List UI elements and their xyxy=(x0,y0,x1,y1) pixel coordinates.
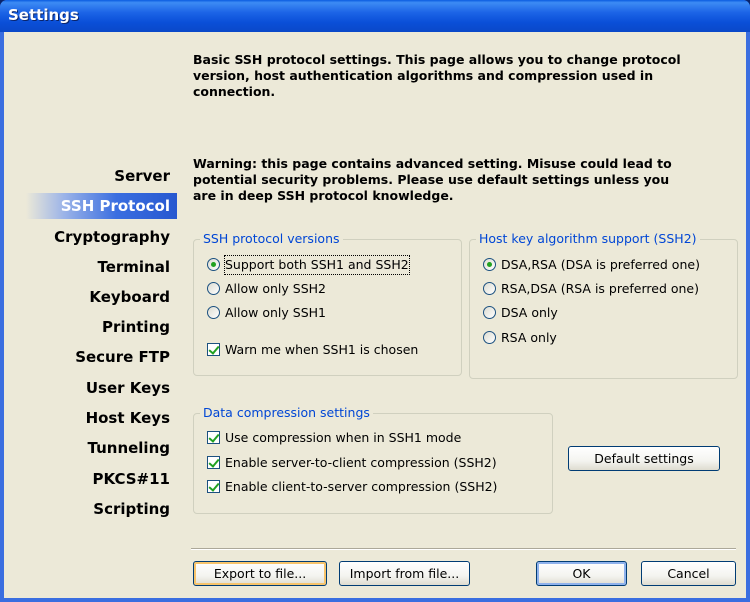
sidebar-item-secure-ftp[interactable]: Secure FTP xyxy=(75,344,170,370)
import-from-file-button[interactable]: Import from file... xyxy=(339,561,470,586)
radio-rsa-dsa-label: RSA,DSA (RSA is preferred one) xyxy=(501,281,700,296)
radio-support-both-label: Support both SSH1 and SSH2 xyxy=(224,255,410,275)
radio-dsa-rsa-indicator[interactable] xyxy=(483,258,496,271)
sidebar-item-printing[interactable]: Printing xyxy=(102,314,170,340)
radio-only-ssh2-indicator[interactable] xyxy=(207,282,220,295)
checkbox-ssh1-compression-box[interactable] xyxy=(207,431,220,444)
sidebar-item-tunneling[interactable]: Tunneling xyxy=(88,435,171,461)
radio-rsa-dsa-indicator[interactable] xyxy=(483,282,496,295)
cancel-button[interactable]: Cancel xyxy=(641,561,736,586)
radio-only-ssh1-label: Allow only SSH1 xyxy=(225,305,326,320)
radio-rsa-only-label: RSA only xyxy=(501,330,557,345)
dialog-client-area: Server SSH Protocol Cryptography Termina… xyxy=(4,32,746,598)
radio-rsa-only-indicator[interactable] xyxy=(483,331,496,344)
window-title: Settings xyxy=(8,6,79,24)
title-bar[interactable]: Settings xyxy=(0,0,750,32)
radio-dsa-only-indicator[interactable] xyxy=(483,306,496,319)
default-settings-button[interactable]: Default settings xyxy=(568,446,720,471)
sidebar-item-keyboard[interactable]: Keyboard xyxy=(89,284,170,310)
ssh-versions-legend: SSH protocol versions xyxy=(200,231,343,246)
radio-support-both-indicator[interactable] xyxy=(207,258,220,271)
radio-only-ssh1-indicator[interactable] xyxy=(207,306,220,319)
checkbox-server-to-client-box[interactable] xyxy=(207,456,220,469)
sidebar-item-host-keys[interactable]: Host Keys xyxy=(86,405,170,431)
sidebar-item-server[interactable]: Server xyxy=(114,163,170,189)
settings-page: Basic SSH protocol settings. This page a… xyxy=(191,32,744,598)
settings-sidebar: Server SSH Protocol Cryptography Termina… xyxy=(4,32,180,598)
button-separator xyxy=(191,548,736,550)
checkbox-server-to-client-label: Enable server-to-client compression (SSH… xyxy=(225,455,497,470)
host-key-group: Host key algorithm support (SSH2) DSA,RS… xyxy=(469,231,738,379)
checkbox-client-to-server-box[interactable] xyxy=(207,480,220,493)
sidebar-item-scripting[interactable]: Scripting xyxy=(93,496,170,522)
sidebar-item-ssh-protocol[interactable]: SSH Protocol xyxy=(26,193,177,219)
compression-group: Data compression settings Use compressio… xyxy=(193,405,553,514)
host-key-legend: Host key algorithm support (SSH2) xyxy=(476,231,700,246)
radio-dsa-only-label: DSA only xyxy=(501,305,558,320)
settings-window: Settings Server SSH Protocol Cryptograph… xyxy=(0,0,750,602)
checkbox-warn-ssh1-box[interactable] xyxy=(207,343,220,356)
compression-legend: Data compression settings xyxy=(200,405,373,420)
sidebar-item-pkcs11[interactable]: PKCS#11 xyxy=(93,466,170,492)
sidebar-item-terminal[interactable]: Terminal xyxy=(97,254,170,280)
sidebar-item-cryptography[interactable]: Cryptography xyxy=(54,224,170,250)
page-description: Basic SSH protocol settings. This page a… xyxy=(193,52,681,99)
radio-only-ssh2-label: Allow only SSH2 xyxy=(225,281,326,296)
checkbox-client-to-server-label: Enable client-to-server compression (SSH… xyxy=(225,479,498,494)
radio-dsa-rsa-label: DSA,RSA (DSA is preferred one) xyxy=(501,257,700,272)
checkbox-warn-ssh1-label: Warn me when SSH1 is chosen xyxy=(225,342,419,357)
warning-text: Warning: this page contains advanced set… xyxy=(193,156,672,203)
sidebar-item-user-keys[interactable]: User Keys xyxy=(86,375,170,401)
export-to-file-button[interactable]: Export to file... xyxy=(193,561,327,586)
ssh-versions-group: SSH protocol versions Support both SSH1 … xyxy=(193,231,462,376)
ok-button[interactable]: OK xyxy=(536,561,627,586)
checkbox-ssh1-compression-label: Use compression when in SSH1 mode xyxy=(225,430,462,445)
